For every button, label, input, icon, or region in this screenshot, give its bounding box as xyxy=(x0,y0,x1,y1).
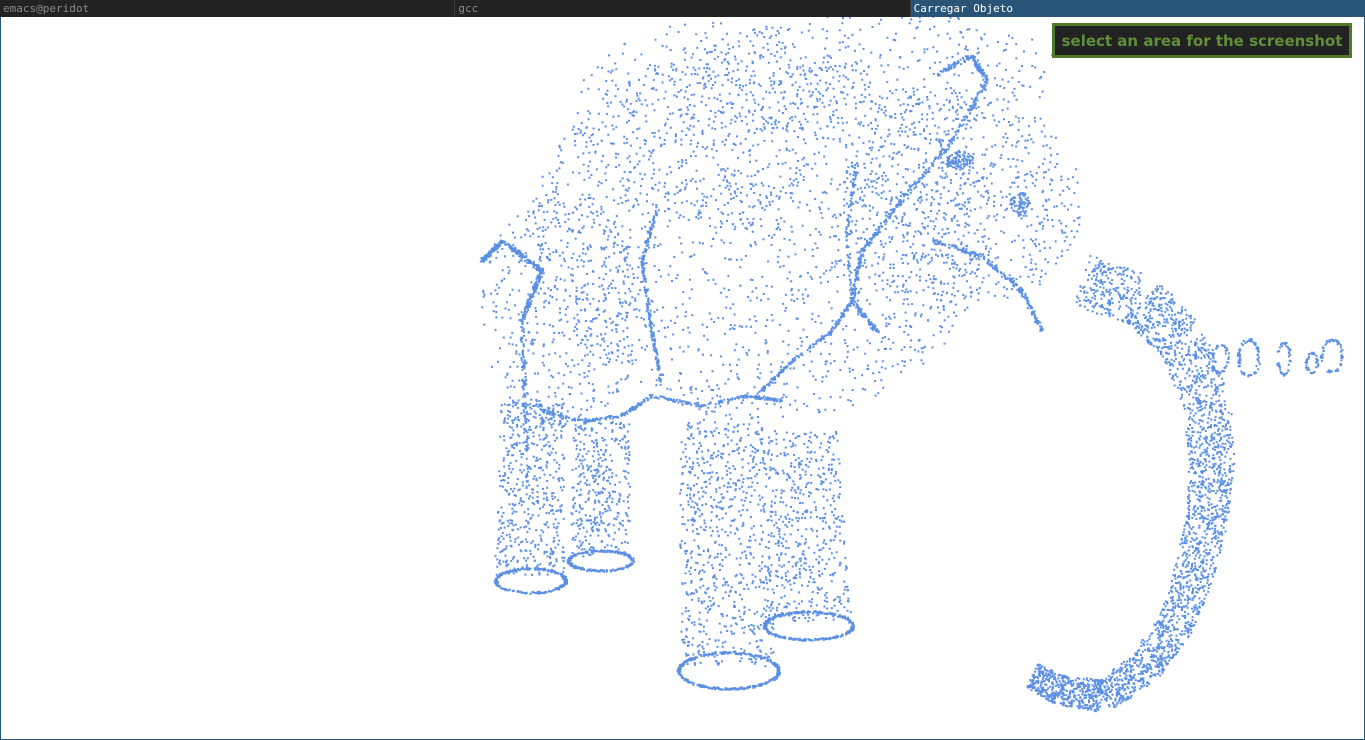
screenshot-prompt-text: select an area for the screenshot xyxy=(1061,31,1343,50)
screenshot-prompt: select an area for the screenshot xyxy=(1052,23,1352,58)
tab-carregar-objeto[interactable]: Carregar Objeto xyxy=(910,0,1365,17)
elephant-point-cloud xyxy=(479,17,1344,713)
viewer-window[interactable]: select an area for the screenshot xyxy=(0,17,1365,740)
point-cloud-canvas[interactable] xyxy=(1,17,1364,739)
tab-gcc[interactable]: gcc xyxy=(455,0,911,17)
tab-emacs[interactable]: emacs@peridot xyxy=(0,0,456,17)
taskbar: emacs@peridot gcc Carregar Objeto xyxy=(0,0,1365,17)
